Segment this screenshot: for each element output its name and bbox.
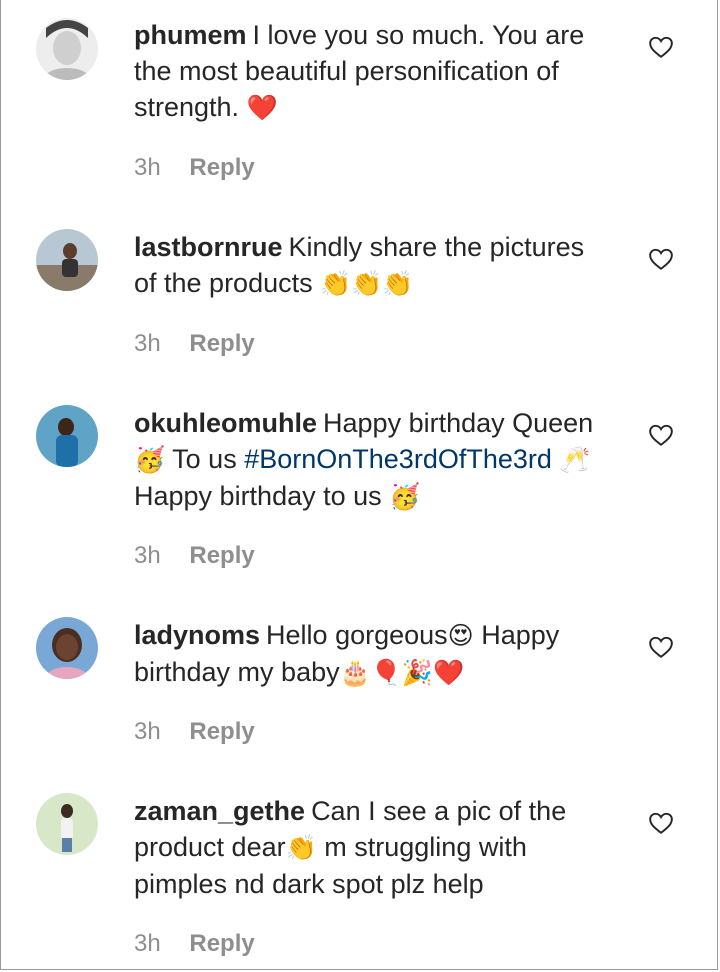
avatar[interactable] <box>36 229 98 291</box>
comments-panel: phumem I love you so much. You are the mo… <box>0 0 718 970</box>
comment-username[interactable]: phumem <box>134 20 247 50</box>
comment-body: Happy birthday to us <box>134 481 382 511</box>
reply-button[interactable]: Reply <box>189 542 254 569</box>
reply-button[interactable]: Reply <box>189 718 254 745</box>
comment-username[interactable]: okuhleomuhle <box>134 408 317 438</box>
comment-time: 3h <box>134 154 161 181</box>
avatar[interactable] <box>36 18 98 80</box>
comment-meta: 3h Reply <box>134 930 255 958</box>
hashtag-link[interactable]: #BornOnThe3rdOfThe3rd <box>244 444 552 474</box>
heart-outline-icon[interactable] <box>648 34 674 60</box>
comment-time: 3h <box>134 718 161 745</box>
reply-button[interactable]: Reply <box>189 154 254 181</box>
comment-emoji: ❤️ <box>246 93 278 122</box>
comment-emoji: 😍 <box>447 621 474 650</box>
reply-button[interactable]: Reply <box>189 330 254 357</box>
heart-outline-icon[interactable] <box>648 810 674 836</box>
heart-outline-icon[interactable] <box>648 634 674 660</box>
comment-emoji: 🥳 <box>389 482 421 511</box>
comment-time: 3h <box>134 930 161 957</box>
comment-emoji: 🥳 <box>134 445 166 474</box>
avatar[interactable] <box>36 617 98 679</box>
comment-body: Hello gorgeous <box>266 620 448 650</box>
comment-emoji: 🎂🎈🎉❤️ <box>339 658 465 687</box>
reply-button[interactable]: Reply <box>189 930 254 957</box>
comment-time: 3h <box>134 330 161 357</box>
comment-emoji: 👏👏👏 <box>320 269 414 298</box>
comment-text: phumem I love you so much. You are the mo… <box>134 17 614 126</box>
comment-username[interactable]: lastbornrue <box>134 232 283 262</box>
heart-outline-icon[interactable] <box>648 246 674 272</box>
comment-meta: 3h Reply <box>134 154 255 182</box>
comment-meta: 3h Reply <box>134 718 255 746</box>
comment-meta: 3h Reply <box>134 330 255 358</box>
comment-text: lastbornrue Kindly share the pictures of … <box>134 229 614 302</box>
heart-outline-icon[interactable] <box>648 422 674 448</box>
comment-emoji: 👏 <box>285 833 317 862</box>
avatar[interactable] <box>36 793 98 855</box>
comment-time: 3h <box>134 542 161 569</box>
comment-text: ladynoms Hello gorgeous😍 Happy birthday m… <box>134 617 614 691</box>
comment-emoji: 🥂 <box>559 445 591 474</box>
comment-body: To us <box>172 444 237 474</box>
comment-username[interactable]: ladynoms <box>134 620 260 650</box>
comment-meta: 3h Reply <box>134 542 255 570</box>
avatar[interactable] <box>36 405 98 467</box>
comment-text: okuhleomuhle Happy birthday Queen 🥳 To us… <box>134 405 614 515</box>
comment-username[interactable]: zaman_gethe <box>134 796 305 826</box>
comment-text: zaman_gethe Can I see a pic of the produc… <box>134 793 614 902</box>
comment-body: Happy birthday Queen <box>323 408 594 438</box>
